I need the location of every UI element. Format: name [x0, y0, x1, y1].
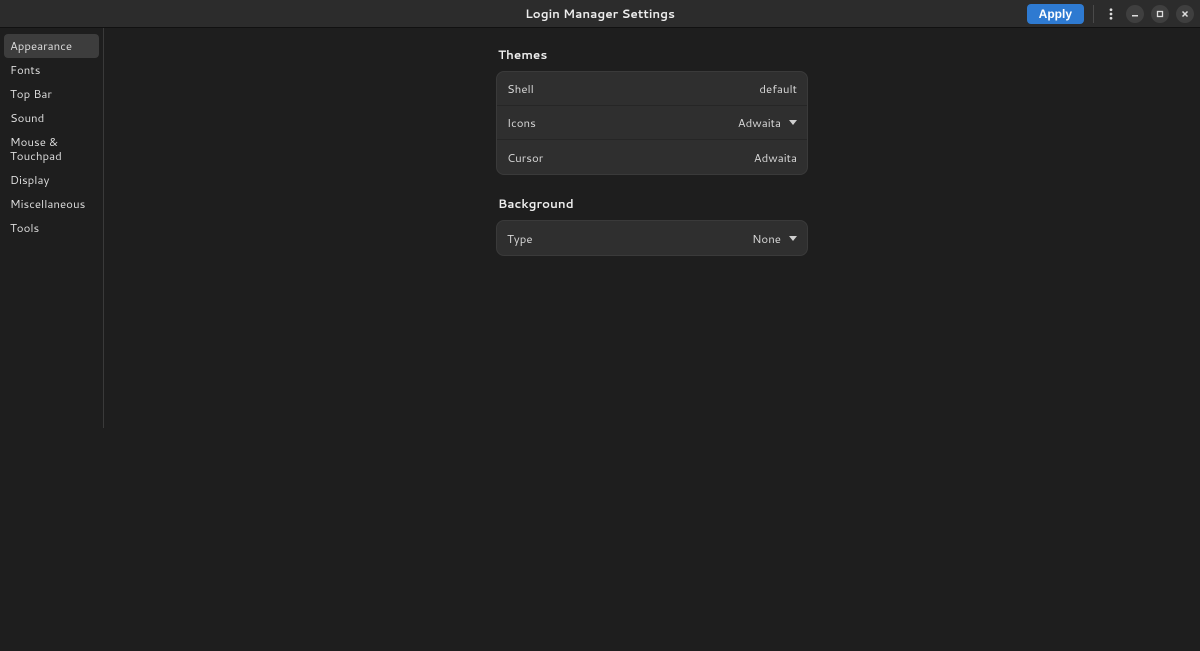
section-title-background: Background: [498, 195, 808, 212]
row-cursor-theme[interactable]: Cursor Adwaita: [497, 140, 807, 174]
chevron-down-icon: [789, 120, 797, 125]
row-label: Type: [507, 230, 533, 247]
chevron-down-icon: [789, 236, 797, 241]
minimize-button[interactable]: [1126, 5, 1144, 23]
background-list: Type None: [496, 220, 808, 256]
sidebar-item-label: Appearance: [10, 37, 72, 54]
row-icons-theme[interactable]: Icons Adwaita: [497, 106, 807, 140]
row-label: Icons: [507, 114, 536, 131]
content-area: Themes Shell default Icons Adwaita Cu: [104, 28, 1200, 651]
sidebar-item-mouse-touchpad[interactable]: Mouse & Touchpad: [4, 130, 99, 168]
sidebar: Appearance Fonts Top Bar Sound Mouse & T…: [0, 28, 104, 428]
maximize-button[interactable]: [1151, 5, 1169, 23]
sidebar-item-appearance[interactable]: Appearance: [4, 34, 99, 58]
titlebar: Login Manager Settings Apply: [0, 0, 1200, 28]
close-button[interactable]: [1176, 5, 1194, 23]
sidebar-item-top-bar[interactable]: Top Bar: [4, 82, 99, 106]
menu-icon[interactable]: [1103, 6, 1119, 22]
sidebar-item-label: Tools: [10, 219, 39, 236]
row-value: Adwaita: [738, 114, 781, 131]
sidebar-item-label: Miscellaneous: [10, 195, 85, 212]
window-title: Login Manager Settings: [525, 5, 675, 22]
sidebar-item-tools[interactable]: Tools: [4, 216, 99, 240]
sidebar-item-display[interactable]: Display: [4, 168, 99, 192]
sidebar-item-fonts[interactable]: Fonts: [4, 58, 99, 82]
apply-button[interactable]: Apply: [1027, 4, 1084, 24]
row-label: Cursor: [507, 149, 543, 166]
sidebar-item-label: Display: [10, 171, 49, 188]
row-shell-theme[interactable]: Shell default: [497, 72, 807, 106]
row-value: default: [759, 80, 797, 97]
section-title-themes: Themes: [498, 46, 808, 63]
row-value: None: [752, 230, 781, 247]
sidebar-item-sound[interactable]: Sound: [4, 106, 99, 130]
row-background-type[interactable]: Type None: [497, 221, 807, 255]
sidebar-item-label: Sound: [10, 109, 44, 126]
row-label: Shell: [507, 80, 534, 97]
themes-list: Shell default Icons Adwaita Cursor Adwai: [496, 71, 808, 175]
row-value: Adwaita: [754, 149, 797, 166]
separator: [1093, 5, 1094, 23]
header-actions: Apply: [1027, 4, 1200, 24]
sidebar-item-label: Mouse & Touchpad: [10, 133, 62, 164]
sidebar-item-label: Top Bar: [10, 85, 52, 102]
sidebar-item-label: Fonts: [10, 61, 40, 78]
sidebar-item-miscellaneous[interactable]: Miscellaneous: [4, 192, 99, 216]
